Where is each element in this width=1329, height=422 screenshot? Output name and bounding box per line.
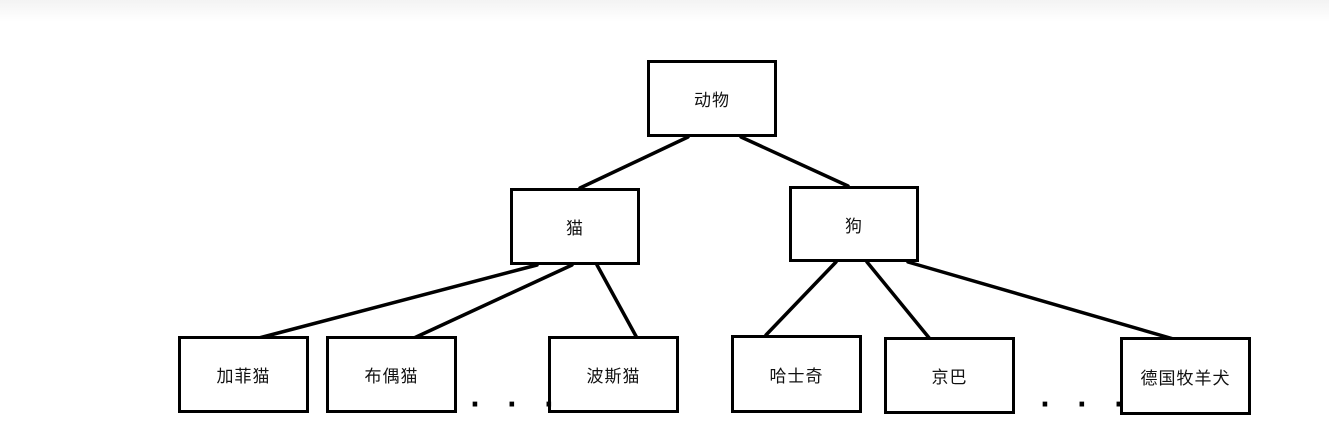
node-pekingese: 京巴 [884,337,1015,414]
node-label: 京巴 [931,368,968,388]
edge-root-cat [578,135,690,190]
node-root-animal: 动物 [647,60,777,137]
node-label: 布偶猫 [364,367,419,387]
node-label: 猫 [566,219,584,239]
node-label: 狗 [845,216,863,237]
node-german-shepherd: 德国牧羊犬 [1120,337,1251,415]
node-garfield-cat: 加菲猫 [178,336,309,413]
ellipsis-cats: · · · [470,390,563,420]
node-dog: 狗 [789,186,919,262]
node-persian-cat: 波斯猫 [548,336,679,413]
node-cat: 猫 [510,188,640,265]
node-label: 加菲猫 [216,367,271,387]
node-ragdoll-cat: 布偶猫 [326,336,457,413]
edge-cat-persian [595,263,639,340]
edge-root-dog [739,135,850,188]
node-husky: 哈士奇 [731,335,862,413]
node-label: 波斯猫 [586,367,641,387]
edge-dog-pekingese [865,260,932,341]
ellipsis-dogs: · · · [1040,390,1133,420]
node-label: 德国牧羊犬 [1140,368,1231,389]
node-label: 动物 [694,91,730,111]
node-label: 哈士奇 [769,366,824,387]
edge-dog-german-shepherd [906,260,1179,342]
edge-dog-husky [764,260,838,337]
diagram-canvas: 动物 猫 狗 加菲猫 布偶猫 波斯猫 哈士奇 京巴 德国牧羊犬 · · · · … [0,0,1329,422]
